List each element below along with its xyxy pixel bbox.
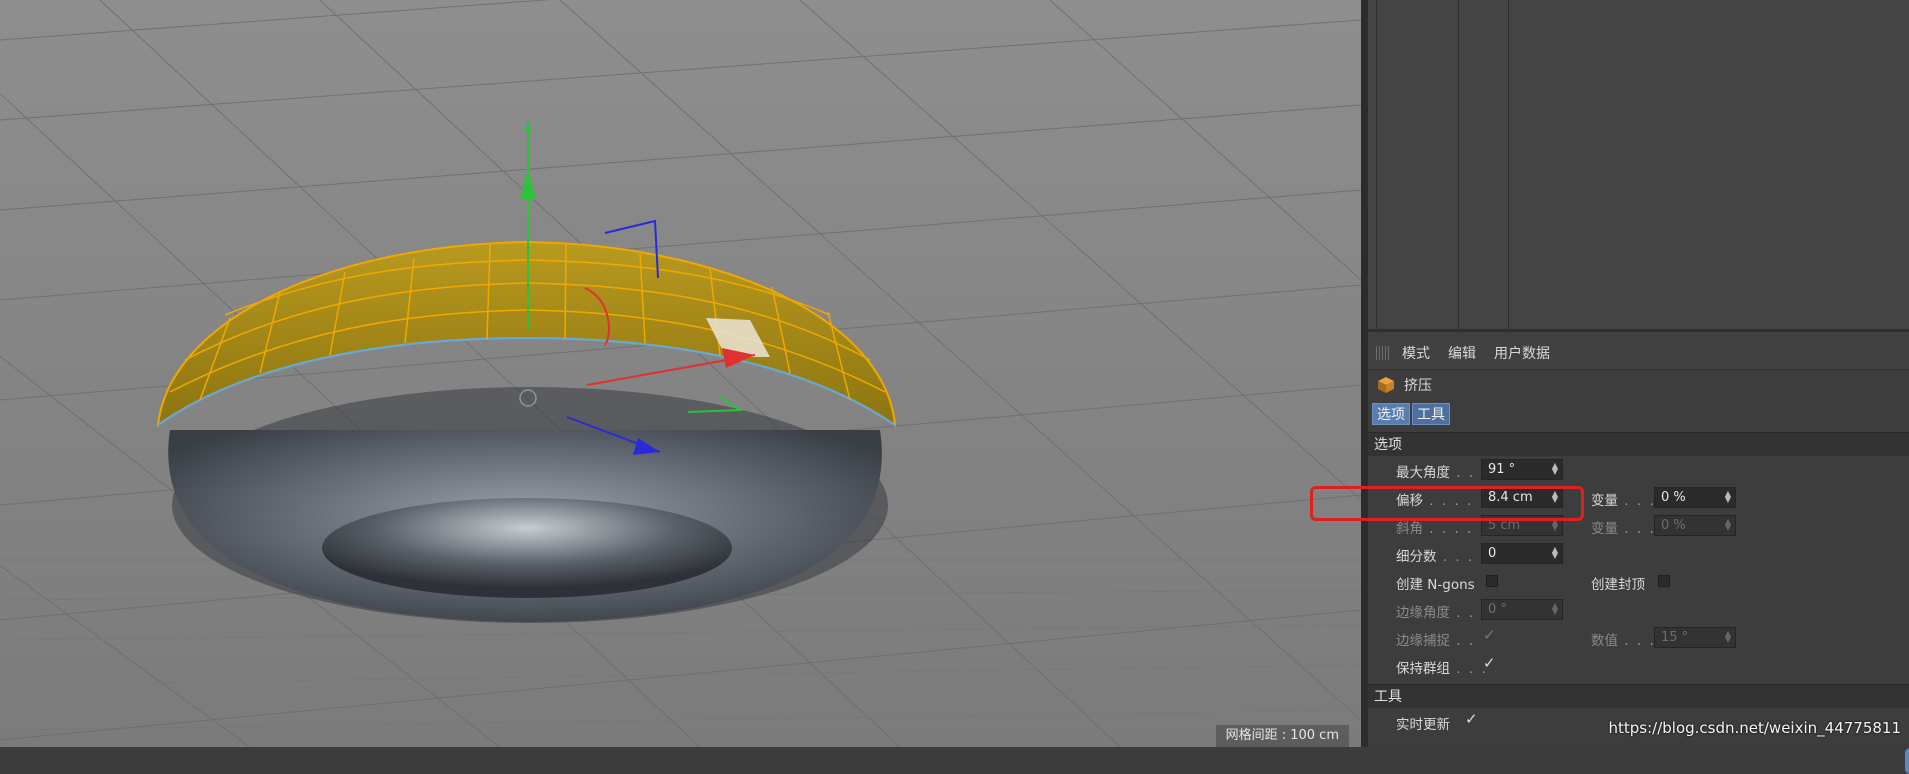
tool-header: 挤压 xyxy=(1368,370,1909,400)
row-edge-angle: 边缘角度 . . . . 0 °▲▼ xyxy=(1368,596,1909,624)
create-ngons-checkbox[interactable] xyxy=(1486,575,1498,587)
tab-options[interactable]: 选项 xyxy=(1372,403,1410,425)
column-divider[interactable] xyxy=(1508,0,1509,332)
object-manager[interactable] xyxy=(1368,0,1909,332)
grip-icon[interactable] xyxy=(1376,346,1390,360)
menu-edit[interactable]: 编辑 xyxy=(1448,343,1476,363)
max-angle-input[interactable]: 91 ° ▲▼ xyxy=(1481,459,1563,480)
max-angle-value: 91 ° xyxy=(1488,462,1515,477)
watermark-text: https://blog.csdn.net/weixin_44775811 xyxy=(1608,719,1901,737)
menu-mode[interactable]: 模式 xyxy=(1402,343,1430,363)
create-cap-checkbox[interactable] xyxy=(1658,575,1670,587)
subdivision-value: 0 xyxy=(1488,546,1496,561)
row-keep-groups: 保持群组 . . . ✓ xyxy=(1368,652,1909,680)
panel-edge-handle[interactable] xyxy=(1905,748,1909,774)
y-arrow-icon xyxy=(520,168,536,200)
max-angle-label: 最大角度 xyxy=(1396,465,1450,481)
viewport-scene[interactable] xyxy=(0,0,1361,747)
spinner-icon[interactable]: ▲▼ xyxy=(1725,491,1731,503)
create-ngons-label: 创建 N-gons xyxy=(1396,573,1475,593)
realtime-update-checkbox[interactable]: ✓ xyxy=(1465,710,1478,728)
panel-splitter[interactable] xyxy=(1361,0,1368,747)
attribute-manager: 模式 编辑 用户数据 挤压 选项 工具 选项 最大角度 . . . . 91 °… xyxy=(1368,336,1909,747)
bevel-label: 斜角 xyxy=(1396,521,1423,537)
row-create-ngons: 创建 N-gons 创建封顶 xyxy=(1368,568,1909,596)
tab-bar: 选项 工具 xyxy=(1368,400,1909,428)
torus-hole xyxy=(322,498,732,598)
tab-tool[interactable]: 工具 xyxy=(1412,403,1450,425)
section-tool-header[interactable]: 工具 xyxy=(1368,684,1909,708)
create-cap-label: 创建封顶 xyxy=(1591,573,1645,593)
grid-spacing-status: 网格间距 : 100 cm xyxy=(1216,725,1349,747)
bevel-variation-input[interactable]: 0 % ▲▼ xyxy=(1654,515,1736,536)
edge-snap-checkbox[interactable]: ✓ xyxy=(1483,626,1496,644)
bevel-variation-value: 0 % xyxy=(1661,518,1686,533)
edge-snap-value: 15 ° xyxy=(1661,630,1688,645)
offset-variation-label: 变量 xyxy=(1591,493,1618,509)
keep-groups-checkbox[interactable]: ✓ xyxy=(1483,654,1496,672)
spinner-icon[interactable]: ▲▼ xyxy=(1552,547,1558,559)
attribute-menu-bar: 模式 编辑 用户数据 xyxy=(1368,336,1909,370)
3d-viewport[interactable]: 网格间距 : 100 cm xyxy=(0,0,1361,747)
edge-snap-value-input[interactable]: 15 ° ▲▼ xyxy=(1654,627,1736,648)
edge-snap-value-label: 数值 xyxy=(1591,633,1618,649)
edge-angle-label: 边缘角度 xyxy=(1396,605,1450,621)
offset-variation-input[interactable]: 0 % ▲▼ xyxy=(1654,487,1736,508)
keep-groups-label: 保持群组 xyxy=(1396,661,1450,677)
column-divider[interactable] xyxy=(1458,0,1459,332)
row-max-angle: 最大角度 . . . . 91 °▲▼ xyxy=(1368,456,1909,484)
edge-snap-label: 边缘捕捉 xyxy=(1396,633,1450,649)
panel-divider[interactable] xyxy=(1368,329,1909,332)
offset-variation-value: 0 % xyxy=(1661,490,1686,505)
spinner-icon[interactable]: ▲▼ xyxy=(1552,463,1558,475)
spinner-icon[interactable]: ▲▼ xyxy=(1725,519,1731,531)
row-subdivision: 细分数 . . . . . 0▲▼ xyxy=(1368,540,1909,568)
bevel-variation-label: 变量 xyxy=(1591,521,1618,537)
highlight-annotation-box xyxy=(1310,486,1584,521)
subdivision-input[interactable]: 0 ▲▼ xyxy=(1481,543,1563,564)
realtime-update-label: 实时更新 xyxy=(1396,713,1450,733)
spinner-icon[interactable]: ▲▼ xyxy=(1725,631,1731,643)
extrude-tool-icon xyxy=(1376,375,1396,395)
menu-user-data[interactable]: 用户数据 xyxy=(1494,343,1550,363)
right-panel: 模式 编辑 用户数据 挤压 选项 工具 选项 最大角度 . . . . 91 °… xyxy=(1368,0,1909,747)
edge-angle-value: 0 ° xyxy=(1488,602,1507,617)
subdivision-label: 细分数 xyxy=(1396,549,1437,565)
torus-object[interactable] xyxy=(158,242,895,623)
row-edge-snap: 边缘捕捉 . . ✓ 数值 . . . 15 °▲▼ xyxy=(1368,624,1909,652)
edge-angle-input[interactable]: 0 ° ▲▼ xyxy=(1481,599,1563,620)
spinner-icon[interactable]: ▲▼ xyxy=(1552,603,1558,615)
section-options-header[interactable]: 选项 xyxy=(1368,432,1909,456)
tool-name: 挤压 xyxy=(1404,375,1432,395)
column-divider[interactable] xyxy=(1376,0,1377,332)
